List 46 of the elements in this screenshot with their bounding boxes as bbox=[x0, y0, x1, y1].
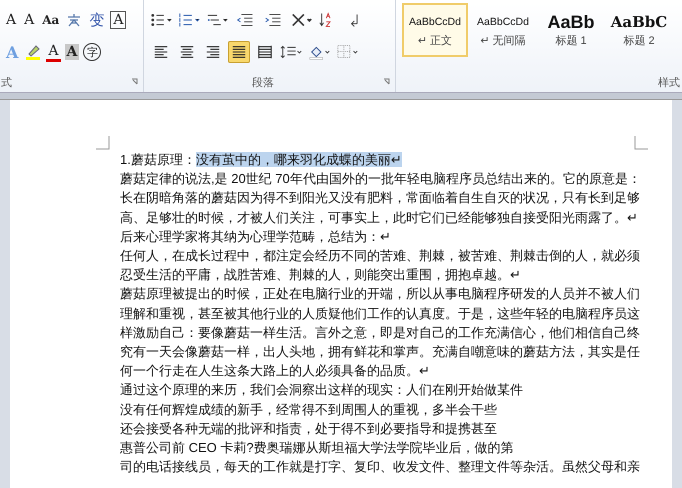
text-line: 1.蘑菇原理：没有茧中的，哪来羽化成蝶的美丽↵ bbox=[120, 151, 402, 169]
group-label: 式 bbox=[1, 76, 12, 90]
shrink-font-button[interactable]: A bbox=[22, 10, 36, 30]
text-line: 样激励自己：要像蘑菇一样生活。言外之意，即是对自己的工作充满信心，他们相信自己终 bbox=[120, 324, 640, 342]
text-line: 通过这个原理的来历，我们会洞察出这样的现实：人们在刚开始做某件 bbox=[120, 381, 523, 400]
font-color-button[interactable]: A bbox=[46, 42, 61, 62]
text-line: 任何人，在成长过程中，都注定会经历不同的苦难、荆棘，被苦难、荆棘击倒的人，就必须 bbox=[120, 247, 640, 266]
align-justify-button[interactable] bbox=[228, 41, 250, 63]
style-gallery-item[interactable]: AaBbC 标题 2 bbox=[606, 3, 672, 57]
text-line: 惠普公司前 CEO 卡莉?费奥瑞娜从斯坦福大学法学院毕业后，做的第 bbox=[120, 439, 514, 458]
bullets-icon[interactable] bbox=[150, 11, 174, 29]
dialog-launcher-icon[interactable] bbox=[383, 78, 391, 86]
text-line: 后来心理学家将其纳为心理学范畴，总结为：↵ bbox=[120, 228, 391, 246]
text-line: 蘑菇定律的说法,是 20世纪 70年代由国外的一批年轻电脑程序员总结出来的。它的原意是： bbox=[120, 170, 641, 188]
align-lines-icon bbox=[179, 44, 195, 60]
text-line: 高、足够壮的时候，才被人们关注，可事实上，此时它们已经能够独自接受阳光雨露了。↵ bbox=[120, 208, 638, 227]
text-line: 还会接受各种无端的批评和指责，处于得不到必要指导和提携甚至 bbox=[120, 420, 497, 438]
style-gallery-item[interactable]: AaBbCcDd ↵ 正文 bbox=[402, 3, 468, 57]
dialog-launcher-icon[interactable] bbox=[131, 78, 139, 86]
character-button[interactable]: 变 bbox=[87, 10, 106, 30]
highlighter-icon[interactable] bbox=[24, 43, 42, 61]
grow-font-button[interactable]: A bbox=[4, 10, 18, 30]
align-lines-icon bbox=[153, 44, 169, 60]
enclose-character-button[interactable]: 字 bbox=[83, 43, 102, 61]
text-line: 究有一天会像蘑菇一样，出人头地，拥有鲜花和掌声。充满自嘲意味的蘑菇方法，其实是任 bbox=[120, 343, 640, 362]
align-lines-icon bbox=[205, 44, 221, 60]
margin-corner-icon bbox=[634, 136, 648, 150]
style-gallery-item[interactable]: AaBb 标题 1 bbox=[538, 3, 604, 57]
numbering-icon[interactable] bbox=[178, 11, 202, 29]
text-line: 理解和重视，甚至被其他行业的人质疑他们工作的认真度。于是，这些年轻的电脑程序员这 bbox=[120, 304, 640, 323]
text-line: 没有任何辉煌成绩的新手，经常得不到周围人的重视，多半会干些 bbox=[120, 400, 497, 419]
style-gallery-item[interactable]: AaBbCcDd ↵ 无间隔 bbox=[470, 3, 536, 57]
align-lines-icon bbox=[231, 44, 247, 60]
group-label: 样式 bbox=[658, 76, 680, 90]
align-lines-icon bbox=[257, 44, 273, 60]
text-line: 司的电话接线员，每天的工作就是打字、复印、收发文件、整理文件等杂活。虽然父母和亲 bbox=[120, 458, 640, 476]
text-line: 长在阴暗角落的蘑菇因为得不到阳光又没有肥料，常面临着自生自灭的状况，只有长到足够 bbox=[120, 189, 640, 208]
text-line: 何一个行走在人生这条大路上的人必须具备的品质。↵ bbox=[120, 362, 430, 380]
margin-corner-icon bbox=[96, 136, 110, 150]
character-border-button[interactable]: A bbox=[110, 11, 126, 29]
text-line: 忍受生活的平庸，战胜苦难、荆棘的人，则能突出重围，拥抱卓越。↵ bbox=[120, 266, 521, 284]
group-label: 段落 bbox=[252, 76, 274, 90]
character-shading-button[interactable]: A bbox=[64, 44, 80, 60]
text-line: 蘑菇原理被提出的时候，正处在电脑行业的开端，所以从事电脑程序研发的人员并不被人们 bbox=[120, 285, 640, 304]
change-case-button[interactable]: Aa bbox=[40, 10, 62, 30]
line-spacing-icon[interactable] bbox=[280, 43, 304, 61]
